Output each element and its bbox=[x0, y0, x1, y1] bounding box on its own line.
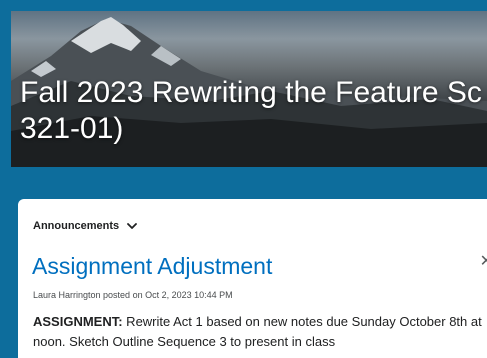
close-icon[interactable]: ✕ bbox=[480, 251, 487, 271]
course-title: Fall 2023 Rewriting the Feature Sc 321-0… bbox=[20, 75, 487, 147]
widget-header[interactable]: Announcements bbox=[33, 219, 139, 233]
widget-title: Announcements bbox=[33, 220, 120, 232]
course-title-line-2: 321-01) bbox=[20, 112, 124, 145]
course-title-line-1: Fall 2023 Rewriting the Feature Sc bbox=[20, 76, 482, 109]
announcement-meta: Laura Harrington posted on Oct 2, 2023 1… bbox=[33, 290, 233, 300]
announcements-widget: Announcements ✕ Assignment Adjustment La… bbox=[18, 199, 487, 358]
chevron-down-icon[interactable] bbox=[125, 219, 139, 233]
announcement-body-label: ASSIGNMENT: bbox=[33, 314, 123, 329]
announcement-body: ASSIGNMENT: Rewrite Act 1 based on new n… bbox=[33, 312, 487, 352]
course-banner: Fall 2023 Rewriting the Feature Sc 321-0… bbox=[11, 11, 487, 167]
announcement-title-link[interactable]: Assignment Adjustment bbox=[32, 253, 272, 280]
